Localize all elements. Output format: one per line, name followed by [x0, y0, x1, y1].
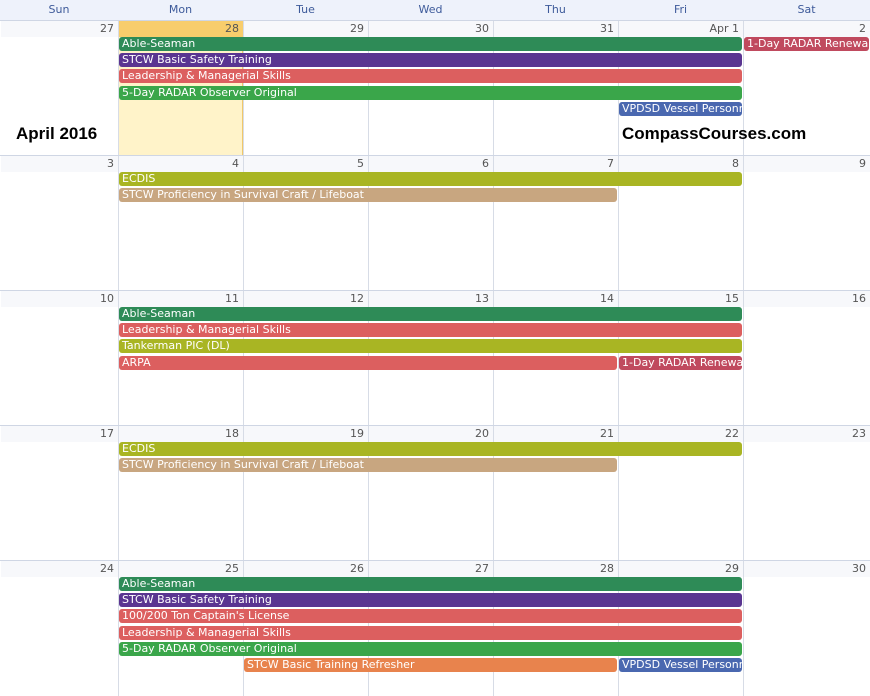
calendar-event[interactable]: VPDSD Vessel Personnel: [619, 102, 742, 116]
weekday-wed: Wed: [418, 3, 443, 16]
day-number[interactable]: 29: [619, 561, 743, 577]
weekday-thu: Thu: [545, 3, 566, 16]
day-number[interactable]: 27: [1, 21, 118, 37]
calendar-event[interactable]: 100/200 Ton Captain's License: [119, 609, 742, 623]
day-number[interactable]: 2: [744, 21, 870, 37]
day-number[interactable]: 28: [119, 21, 243, 37]
day-number[interactable]: 22: [619, 426, 743, 442]
day-number[interactable]: 7: [494, 156, 618, 172]
calendar-event[interactable]: Leadership & Managerial Skills: [119, 626, 742, 640]
calendar-event[interactable]: VPDSD Vessel Personnel: [619, 658, 742, 672]
weekday-fri: Fri: [673, 3, 688, 16]
week-row: 10 11 12 13 14 15 16 Able-Seaman Leadership & Ma…: [0, 290, 870, 426]
day-number[interactable]: 15: [619, 291, 743, 307]
calendar-event[interactable]: Able-Seaman: [119, 37, 742, 51]
day-divider: [743, 561, 744, 696]
day-number[interactable]: 31: [494, 21, 618, 37]
calendar-event[interactable]: STCW Proficiency in Survival Craft / Lif…: [119, 458, 617, 472]
day-number[interactable]: 13: [369, 291, 493, 307]
weekday-sat: Sat: [797, 3, 816, 16]
day-number[interactable]: 6: [369, 156, 493, 172]
calendar-event[interactable]: Able-Seaman: [119, 577, 742, 591]
day-number[interactable]: 30: [369, 21, 493, 37]
day-number[interactable]: 20: [369, 426, 493, 442]
day-number[interactable]: 19: [244, 426, 368, 442]
calendar-event[interactable]: Leadership & Managerial Skills: [119, 323, 742, 337]
day-number[interactable]: 17: [1, 426, 118, 442]
weekday-header: Sun Mon Tue Wed Thu Fri Sat: [0, 0, 870, 21]
day-number[interactable]: 11: [119, 291, 243, 307]
calendar-event[interactable]: Able-Seaman: [119, 307, 742, 321]
day-number[interactable]: 3: [1, 156, 118, 172]
day-number[interactable]: Apr 1: [619, 21, 743, 37]
day-number[interactable]: 26: [244, 561, 368, 577]
day-number[interactable]: 12: [244, 291, 368, 307]
calendar-event[interactable]: STCW Basic Safety Training: [119, 593, 742, 607]
day-divider: [743, 156, 744, 291]
week-row: 24 25 26 27 28 29 30 Able-Seaman STCW Basic Safe…: [0, 560, 870, 696]
day-number[interactable]: 24: [1, 561, 118, 577]
calendar-event[interactable]: STCW Proficiency in Survival Craft / Lif…: [119, 188, 617, 202]
calendar-event[interactable]: Tankerman PIC (DL): [119, 339, 742, 353]
calendar-event[interactable]: 5-Day RADAR Observer Original: [119, 86, 742, 100]
day-number[interactable]: 9: [744, 156, 870, 172]
day-number[interactable]: 16: [744, 291, 870, 307]
day-number[interactable]: 29: [244, 21, 368, 37]
calendar-event[interactable]: Leadership & Managerial Skills: [119, 69, 742, 83]
day-divider: [743, 291, 744, 426]
day-number[interactable]: 27: [369, 561, 493, 577]
weekday-sun: Sun: [48, 3, 70, 16]
calendar-event[interactable]: ECDIS: [119, 442, 742, 456]
week-row: 17 18 19 20 21 22 23 ECDIS STCW Proficiency in S…: [0, 425, 870, 561]
calendar-event[interactable]: 1-Day RADAR Renewal: [619, 356, 742, 370]
calendar-event[interactable]: STCW Basic Training Refresher: [244, 658, 617, 672]
day-number[interactable]: 30: [744, 561, 870, 577]
calendar-event[interactable]: ARPA: [119, 356, 617, 370]
site-watermark: CompassCourses.com: [622, 124, 807, 143]
day-number[interactable]: 5: [244, 156, 368, 172]
day-number[interactable]: 28: [494, 561, 618, 577]
calendar-event[interactable]: 1-Day RADAR Renewal: [744, 37, 869, 51]
month-title: April 2016: [16, 124, 98, 143]
day-number[interactable]: 18: [119, 426, 243, 442]
day-number[interactable]: 23: [744, 426, 870, 442]
day-number[interactable]: 25: [119, 561, 243, 577]
day-number[interactable]: 4: [119, 156, 243, 172]
day-number[interactable]: 14: [494, 291, 618, 307]
day-number[interactable]: 21: [494, 426, 618, 442]
week-row: 3 4 5 6 7 8 9 ECDIS STCW Proficiency in Survival…: [0, 155, 870, 291]
calendar-event[interactable]: STCW Basic Safety Training: [119, 53, 742, 67]
calendar-event[interactable]: 5-Day RADAR Observer Original: [119, 642, 742, 656]
weekday-tue: Tue: [296, 3, 315, 16]
weekday-mon: Mon: [168, 3, 193, 16]
day-number[interactable]: 10: [1, 291, 118, 307]
day-divider: [743, 426, 744, 561]
calendar-event[interactable]: ECDIS: [119, 172, 742, 186]
day-number[interactable]: 8: [619, 156, 743, 172]
